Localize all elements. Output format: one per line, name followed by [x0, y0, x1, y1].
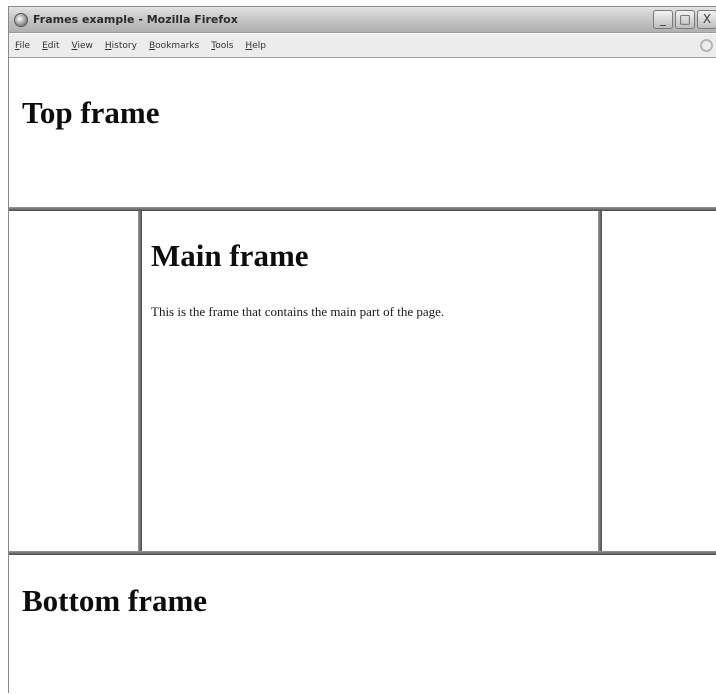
window-title: Frames example - Mozilla Firefox	[33, 13, 238, 26]
top-frame-heading: Top frame	[22, 95, 160, 130]
browser-window: Frames example - Mozilla Firefox _ □ X F…	[8, 6, 716, 694]
close-button[interactable]: X	[697, 10, 716, 29]
minimize-button[interactable]: _	[653, 10, 673, 29]
menu-tools[interactable]: Tools	[211, 41, 233, 51]
top-frame[interactable]: Top frame	[9, 59, 716, 207]
bottom-frame-heading: Bottom frame	[22, 583, 208, 618]
frameset-content: Top frame Main frame This is the frame t…	[9, 59, 716, 694]
firefox-globe-icon	[14, 12, 28, 27]
left-frame[interactable]	[9, 211, 138, 551]
menu-bar: File Edit View History Bookmarks Tools H…	[9, 34, 716, 58]
menu-edit[interactable]: Edit	[42, 41, 59, 51]
title-bar[interactable]: Frames example - Mozilla Firefox _ □ X	[9, 7, 716, 33]
right-frame[interactable]	[602, 211, 716, 551]
main-frame-heading: Main frame	[151, 238, 309, 273]
menu-help[interactable]: Help	[245, 41, 266, 51]
main-frame[interactable]: Main frame This is the frame that contai…	[142, 211, 598, 551]
throbber-icon	[700, 39, 713, 52]
maximize-button[interactable]: □	[675, 10, 695, 29]
main-frame-text: This is the frame that contains the main…	[151, 304, 445, 319]
menu-view[interactable]: View	[72, 41, 93, 51]
menu-file[interactable]: File	[15, 41, 30, 51]
bottom-frame[interactable]: Bottom frame	[9, 555, 716, 694]
menu-bookmarks[interactable]: Bookmarks	[149, 41, 199, 51]
window-controls: _ □ X	[653, 10, 716, 29]
menu-history[interactable]: History	[105, 41, 137, 51]
